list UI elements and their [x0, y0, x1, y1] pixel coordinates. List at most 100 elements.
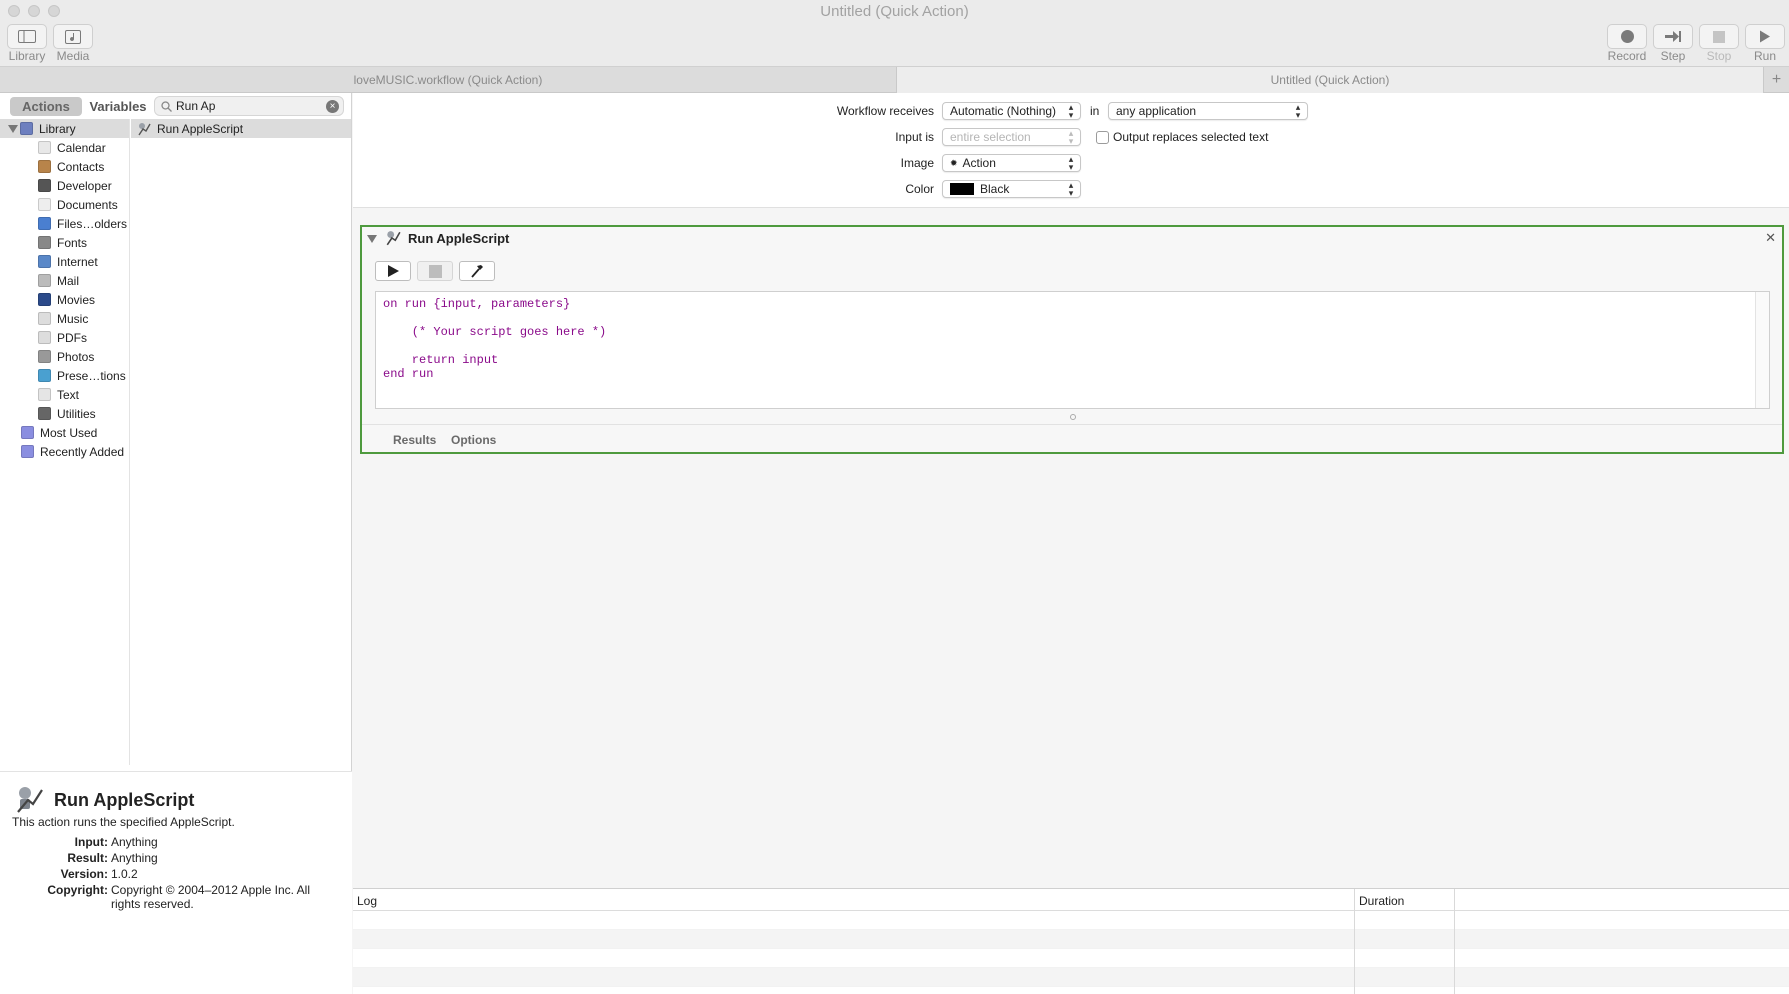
document-tab[interactable]: loveMUSIC.workflow (Quick Action) [0, 67, 896, 93]
documents-icon [38, 198, 51, 211]
sidebar-item-music[interactable]: Music [0, 309, 129, 328]
search-icon [161, 100, 172, 112]
calendar-icon [38, 141, 51, 154]
code-line: on run {input, parameters} [383, 297, 571, 311]
stop-icon [428, 264, 442, 278]
sidebar-item-contacts[interactable]: Contacts [0, 157, 129, 176]
resize-handle[interactable] [1070, 414, 1076, 420]
input-is-label: Input is [895, 130, 934, 144]
workflow-receives-label: Workflow receives [836, 104, 934, 118]
window-title: Untitled (Quick Action) [820, 3, 969, 20]
sidebar-item-recently-added[interactable]: Recently Added [0, 442, 129, 461]
search-field[interactable]: × [154, 96, 344, 116]
stop-button[interactable] [1699, 24, 1739, 49]
action-description: Run AppleScript This action runs the spe… [0, 771, 352, 994]
applescript-icon [14, 784, 44, 814]
duration-column-header[interactable]: Duration [1359, 894, 1404, 908]
code-line: end run [383, 367, 434, 381]
sidebar-item-photos[interactable]: Photos [0, 347, 129, 366]
application-value: any application [1116, 104, 1197, 118]
search-input[interactable] [176, 99, 326, 113]
utilities-icon [38, 407, 51, 420]
sidebar-item-label: Files…olders [57, 216, 128, 231]
workflow-receives-value: Automatic (Nothing) [950, 104, 1057, 118]
applescript-icon [137, 122, 151, 136]
script-editor[interactable]: on run {input, parameters} (* Your scrip… [375, 291, 1770, 409]
sidebar-item-developer[interactable]: Developer [0, 176, 129, 195]
step-button[interactable] [1653, 24, 1693, 49]
sidebar-item-internet[interactable]: Internet [0, 252, 129, 271]
collapse-triangle-icon[interactable] [367, 235, 377, 243]
results-list: Run AppleScript [131, 119, 351, 138]
text-icon [38, 388, 51, 401]
stop-script-button[interactable] [417, 261, 453, 281]
run-script-button[interactable] [375, 261, 411, 281]
description-text: This action runs the specified AppleScri… [12, 815, 235, 829]
tab-actions[interactable]: Actions [10, 97, 82, 116]
photos-icon [38, 350, 51, 363]
sidebar-item-label: Developer [57, 178, 112, 193]
color-value: Black [980, 182, 1010, 196]
log-column-header[interactable]: Log [357, 894, 377, 908]
sidebar-item-pdfs[interactable]: PDFs [0, 328, 129, 347]
color-popup[interactable]: Black ▴ ▾ [942, 180, 1081, 198]
sidebar-item-fonts[interactable]: Fonts [0, 233, 129, 252]
sidebar-item-files-folders[interactable]: Files…olders [0, 214, 129, 233]
version-value: 1.0.2 [111, 867, 138, 881]
log-table-header: Log Duration [353, 889, 1789, 911]
disclosure-triangle-icon[interactable] [8, 125, 18, 133]
workflow-settings: Workflow receives Automatic (Nothing) ▴ ▾… [353, 93, 1789, 208]
sidebar-item-documents[interactable]: Documents [0, 195, 129, 214]
gear-icon: ✹ [950, 157, 958, 168]
sidebar-item-label: PDFs [57, 330, 87, 345]
sidebar-item-presentations[interactable]: Prese…tions [0, 366, 129, 385]
sidebar-item-library[interactable]: Library [0, 119, 129, 138]
sidebar-item-label: Recently Added [40, 444, 125, 459]
list-item[interactable]: Run AppleScript [131, 119, 351, 138]
sidebar-item-utilities[interactable]: Utilities [0, 404, 129, 423]
code-line: (* Your script goes here *) [383, 325, 607, 339]
sidebar-item-text[interactable]: Text [0, 385, 129, 404]
sidebar-item-mail[interactable]: Mail [0, 271, 129, 290]
popup-arrows-icon: ▴ ▾ [1068, 180, 1074, 198]
tab-results[interactable]: Results [393, 433, 436, 447]
sidebar-item-movies[interactable]: Movies [0, 290, 129, 309]
sidebar-item-label: Internet [57, 254, 98, 269]
output-replaces-checkbox[interactable] [1096, 131, 1109, 144]
log-table: Log Duration [353, 888, 1789, 994]
play-icon [388, 265, 399, 277]
library-panel: Actions Variables × Library Calendar Conta… [0, 93, 352, 994]
add-tab-button[interactable]: + [1763, 67, 1789, 93]
panel-segmented-control: Actions Variables [10, 97, 154, 116]
popup-arrows-icon: ▴ ▾ [1068, 102, 1074, 120]
action-title: Run AppleScript [408, 231, 510, 246]
copyright-value: Copyright © 2004–2012 Apple Inc. All rig… [111, 883, 310, 911]
application-popup[interactable]: any application ▴ ▾ [1108, 102, 1308, 120]
record-button[interactable] [1607, 24, 1647, 49]
workflow-receives-popup[interactable]: Automatic (Nothing) ▴ ▾ [942, 102, 1081, 120]
input-value: Anything [111, 835, 158, 849]
run-button[interactable] [1745, 24, 1785, 49]
editor-scrollbar[interactable] [1755, 292, 1769, 408]
popup-arrows-icon: ▴ ▾ [1068, 154, 1074, 172]
library-toggle-button[interactable] [7, 24, 47, 49]
clear-search-icon[interactable]: × [326, 100, 339, 113]
input-is-popup[interactable]: entire selection ▴ ▾ [942, 128, 1081, 146]
document-tab-active[interactable]: Untitled (Quick Action) [896, 67, 1763, 93]
sidebar-item-most-used[interactable]: Most Used [0, 423, 129, 442]
input-is-value: entire selection [950, 130, 1031, 144]
media-button[interactable] [53, 24, 93, 49]
compile-button[interactable] [459, 261, 495, 281]
image-value: Action [962, 156, 996, 170]
sidebar-item-calendar[interactable]: Calendar [0, 138, 129, 157]
column-divider [1354, 889, 1355, 994]
tab-options[interactable]: Options [451, 433, 496, 447]
tab-variables[interactable]: Variables [82, 97, 154, 116]
run-label: Run [1753, 49, 1776, 63]
media-label: Media [56, 49, 90, 63]
popup-arrows-icon: ▴ ▾ [1295, 102, 1301, 120]
close-icon[interactable]: ✕ [1765, 230, 1776, 246]
image-popup[interactable]: ✹ Action ▴ ▾ [942, 154, 1081, 172]
